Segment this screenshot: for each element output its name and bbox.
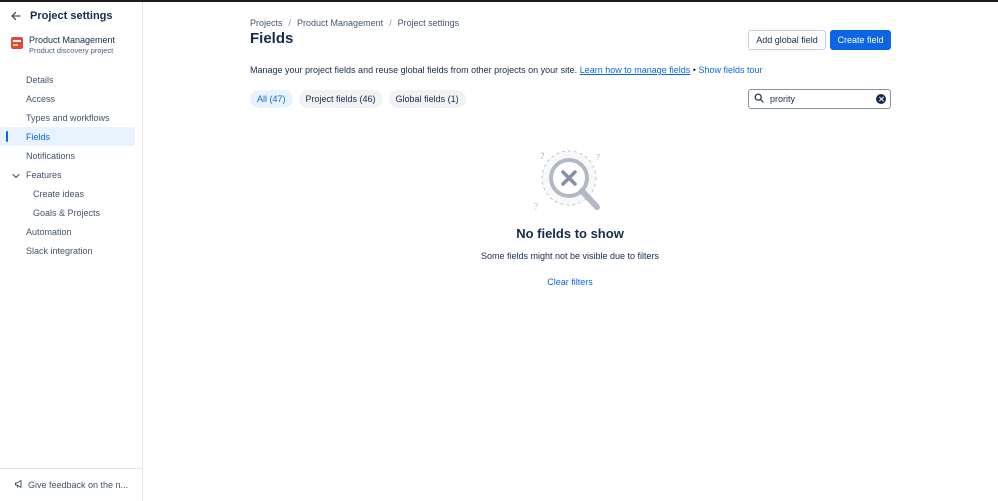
breadcrumb-product-management[interactable]: Product Management bbox=[297, 18, 383, 28]
description-text: Manage your project fields and reuse glo… bbox=[250, 65, 578, 75]
arrow-left-icon[interactable] bbox=[10, 10, 22, 22]
svg-text:?: ? bbox=[540, 152, 545, 162]
project-name: Product Management bbox=[29, 35, 116, 45]
sidebar-item-access[interactable]: Access bbox=[0, 89, 143, 108]
breadcrumb: Projects / Product Management / Project … bbox=[250, 18, 459, 28]
page-description: Manage your project fields and reuse glo… bbox=[250, 65, 763, 75]
project-info: Product Management Product discovery pro… bbox=[29, 35, 115, 56]
sidebar-item-types-and-workflows[interactable]: Types and workflows bbox=[0, 108, 143, 127]
settings-nav: Details Access Types and workflows Field… bbox=[0, 70, 143, 260]
project-switcher[interactable]: Product Management Product discovery pro… bbox=[11, 35, 115, 56]
filter-all[interactable]: All (47) bbox=[250, 90, 293, 108]
breadcrumb-separator: / bbox=[389, 18, 392, 28]
sidebar-header: Project settings bbox=[10, 10, 113, 22]
sidebar-item-goals-projects[interactable]: Goals & Projects bbox=[0, 203, 143, 222]
magnifier-x-icon: ? ? ? bbox=[534, 150, 600, 211]
page-title: Fields bbox=[250, 30, 294, 47]
breadcrumb-project-settings[interactable]: Project settings bbox=[398, 18, 460, 28]
breadcrumb-projects[interactable]: Projects bbox=[250, 18, 283, 28]
filter-global-fields[interactable]: Global fields (1) bbox=[388, 90, 466, 108]
empty-state-subtitle: Some fields might not be visible due to … bbox=[480, 251, 660, 261]
create-field-button[interactable]: Create field bbox=[830, 30, 891, 50]
chevron-down-icon bbox=[12, 171, 20, 181]
sidebar-title: Project settings bbox=[30, 10, 113, 22]
sidebar-item-slack-integration[interactable]: Slack integration bbox=[0, 241, 143, 260]
bullet-separator: • bbox=[692, 65, 696, 75]
sidebar-item-features[interactable]: Features bbox=[0, 165, 143, 184]
project-avatar-icon bbox=[11, 37, 23, 49]
svg-text:?: ? bbox=[534, 202, 538, 211]
search-icon bbox=[754, 90, 764, 108]
search-input[interactable] bbox=[770, 94, 870, 104]
clear-filters-button[interactable]: Clear filters bbox=[520, 277, 620, 287]
sidebar-item-automation[interactable]: Automation bbox=[0, 222, 143, 241]
show-fields-tour-link[interactable]: Show fields tour bbox=[698, 65, 762, 75]
breadcrumb-separator: / bbox=[288, 18, 292, 28]
sidebar-item-create-ideas[interactable]: Create ideas bbox=[0, 184, 143, 203]
sidebar: Project settings Product Management Prod… bbox=[0, 2, 143, 501]
field-filter-tabs: All (47) Project fields (46) Global fiel… bbox=[250, 90, 466, 108]
feedback-label: Give feedback on the n... bbox=[28, 480, 129, 490]
clear-search-icon[interactable] bbox=[876, 94, 886, 104]
megaphone-icon bbox=[14, 479, 24, 491]
sidebar-item-notifications[interactable]: Notifications bbox=[0, 146, 143, 165]
empty-state-title: No fields to show bbox=[516, 226, 624, 241]
sidebar-item-features-label: Features bbox=[26, 169, 62, 180]
top-edge-bar bbox=[0, 0, 998, 2]
filter-project-fields[interactable]: Project fields (46) bbox=[298, 90, 383, 108]
learn-manage-fields-link[interactable]: Learn how to manage fields bbox=[580, 65, 691, 75]
search-box bbox=[748, 89, 891, 109]
sidebar-item-fields[interactable]: Fields bbox=[0, 127, 135, 146]
project-type: Product discovery project bbox=[29, 46, 114, 55]
sidebar-item-details[interactable]: Details bbox=[0, 70, 143, 89]
add-global-field-button[interactable]: Add global field bbox=[748, 30, 826, 50]
empty-state-illustration: ? ? ? bbox=[530, 145, 610, 215]
svg-text:?: ? bbox=[596, 153, 600, 162]
feedback-button[interactable]: Give feedback on the n... bbox=[0, 468, 143, 501]
